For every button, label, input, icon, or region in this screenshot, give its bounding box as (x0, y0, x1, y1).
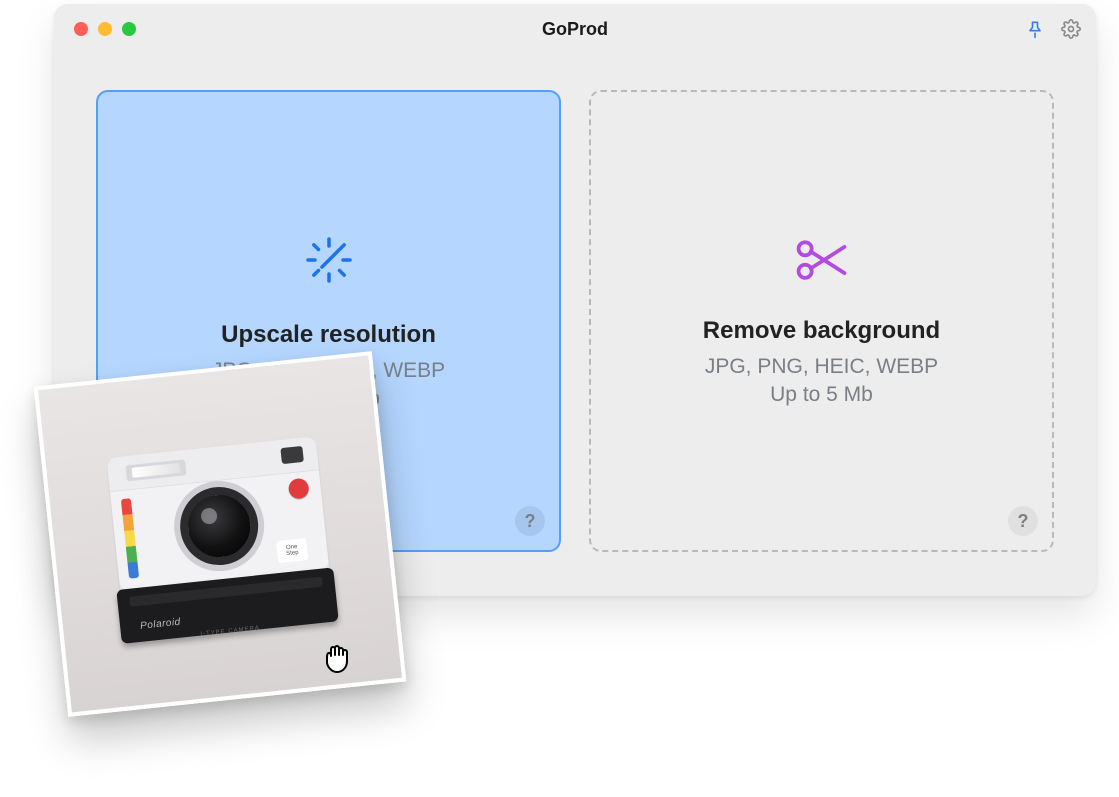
upscale-title: Upscale resolution (221, 321, 436, 349)
gear-icon[interactable] (1060, 18, 1082, 40)
removebg-limit: Up to 5 Mb (770, 383, 873, 407)
upscale-help-button[interactable]: ? (515, 506, 545, 536)
photo-brand-label: Polaroid (140, 617, 182, 632)
titlebar-actions (1024, 18, 1082, 40)
minimize-window-button[interactable] (98, 22, 112, 36)
removebg-title: Remove background (703, 317, 940, 345)
removebg-formats: JPG, PNG, HEIC, WEBP (705, 355, 938, 379)
window-title: GoProd (54, 19, 1096, 40)
close-window-button[interactable] (74, 22, 88, 36)
removebg-help-button[interactable]: ? (1008, 506, 1038, 536)
titlebar: GoProd (54, 4, 1096, 54)
dragged-image-thumbnail[interactable]: OneStep Polaroid I-TYPE CAMERA (34, 351, 407, 717)
camera-illustration: OneStep Polaroid I-TYPE CAMERA (106, 436, 336, 657)
maximize-window-button[interactable] (122, 22, 136, 36)
pin-icon[interactable] (1024, 18, 1046, 40)
magic-wand-sparkle-icon (301, 232, 357, 293)
removebg-drop-zone[interactable]: Remove background JPG, PNG, HEIC, WEBP U… (589, 90, 1054, 552)
traffic-lights (74, 22, 136, 36)
scissors-icon (792, 236, 852, 289)
